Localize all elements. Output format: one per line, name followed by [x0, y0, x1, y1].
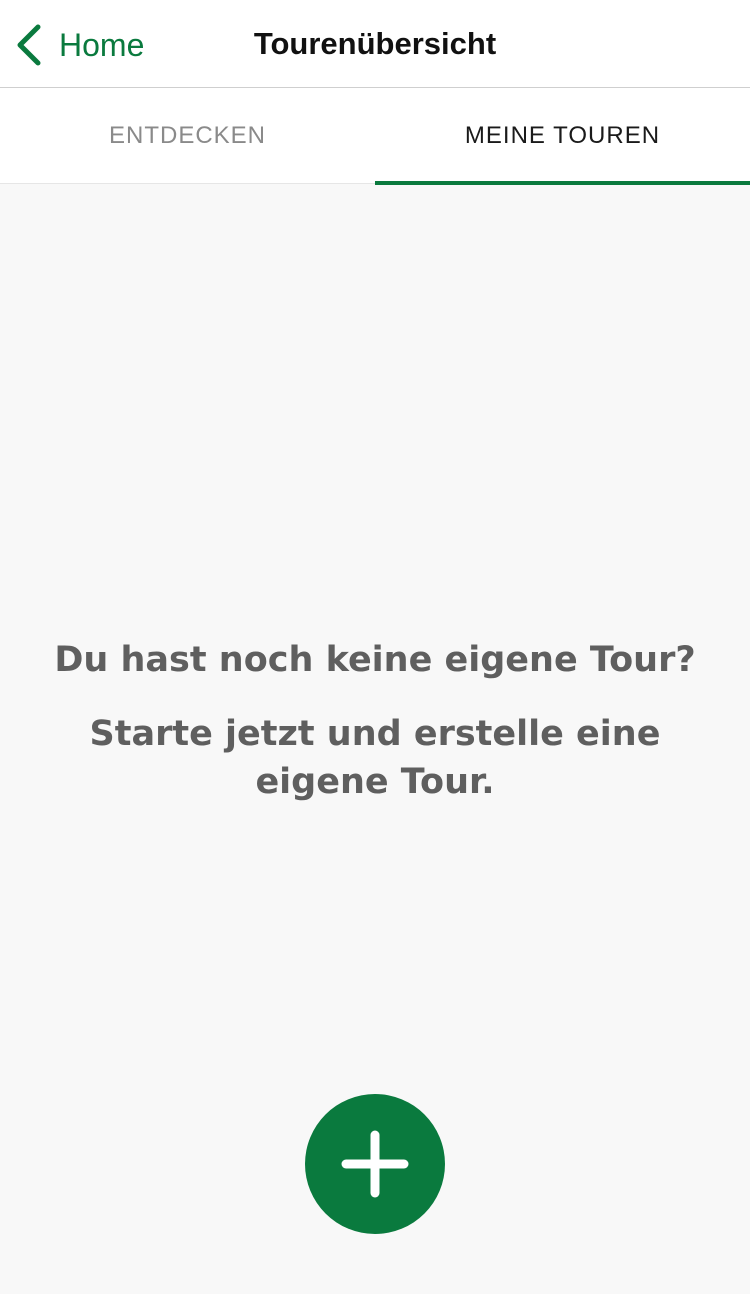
navigation-bar: Home Tourenübersicht [0, 0, 750, 88]
empty-state-subtitle: Starte jetzt und erstelle eine eigene To… [89, 714, 661, 802]
tab-bar: ENTDECKEN MEINE TOUREN [0, 88, 750, 185]
empty-state: Du hast noch keine eigene Tour? Starte j… [0, 630, 750, 806]
back-button-label: Home [59, 27, 145, 63]
chevron-left-icon [17, 24, 41, 66]
plus-icon [341, 1130, 409, 1198]
empty-state-title: Du hast noch keine eigene Tour? [54, 640, 696, 680]
back-button[interactable]: Home [14, 22, 144, 68]
tab-entdecken[interactable]: ENTDECKEN [0, 88, 375, 184]
tab-meine-touren[interactable]: MEINE TOUREN [375, 88, 750, 185]
add-tour-button[interactable] [305, 1094, 445, 1234]
